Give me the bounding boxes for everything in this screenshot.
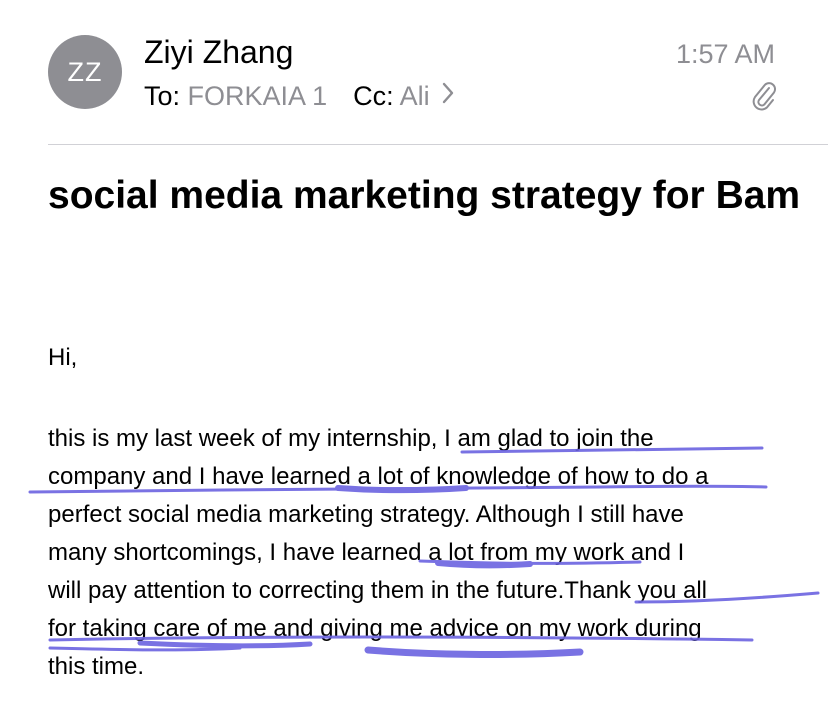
email-greeting: Hi, (48, 344, 78, 371)
header-divider (48, 144, 828, 145)
body-line: this is my last week of my internship, I… (48, 425, 654, 452)
email-view: ZZ Ziyi Zhang 1:57 AM To: FORKAIA 1 Cc: A… (0, 0, 828, 712)
email-subject: social media marketing strategy for Bam (48, 174, 801, 217)
body-line: for taking care of me and giving me advi… (48, 615, 702, 642)
body-line: perfect social media marketing strategy.… (48, 501, 684, 528)
recipients-row[interactable]: To: FORKAIA 1 Cc: Ali (144, 80, 455, 112)
to-label: To: (144, 81, 181, 111)
avatar[interactable]: ZZ (48, 35, 122, 109)
cc-label: Cc: (353, 81, 394, 111)
cc-recipient[interactable]: Ali (400, 81, 430, 111)
body-line: company and I have learned a lot of know… (48, 463, 709, 490)
avatar-initials: ZZ (67, 56, 103, 87)
body-line: will pay attention to correcting them in… (48, 577, 708, 604)
chevron-right-icon[interactable] (441, 80, 455, 112)
email-body: this is my last week of my internship, I… (48, 420, 788, 686)
message-time: 1:57 AM (675, 39, 775, 69)
body-line: this time. (48, 653, 145, 680)
paperclip-icon (750, 80, 778, 112)
sender-name[interactable]: Ziyi Zhang (144, 33, 293, 71)
to-recipient[interactable]: FORKAIA 1 (188, 81, 328, 111)
body-line: many shortcomings, I have learned a lot … (48, 539, 685, 566)
